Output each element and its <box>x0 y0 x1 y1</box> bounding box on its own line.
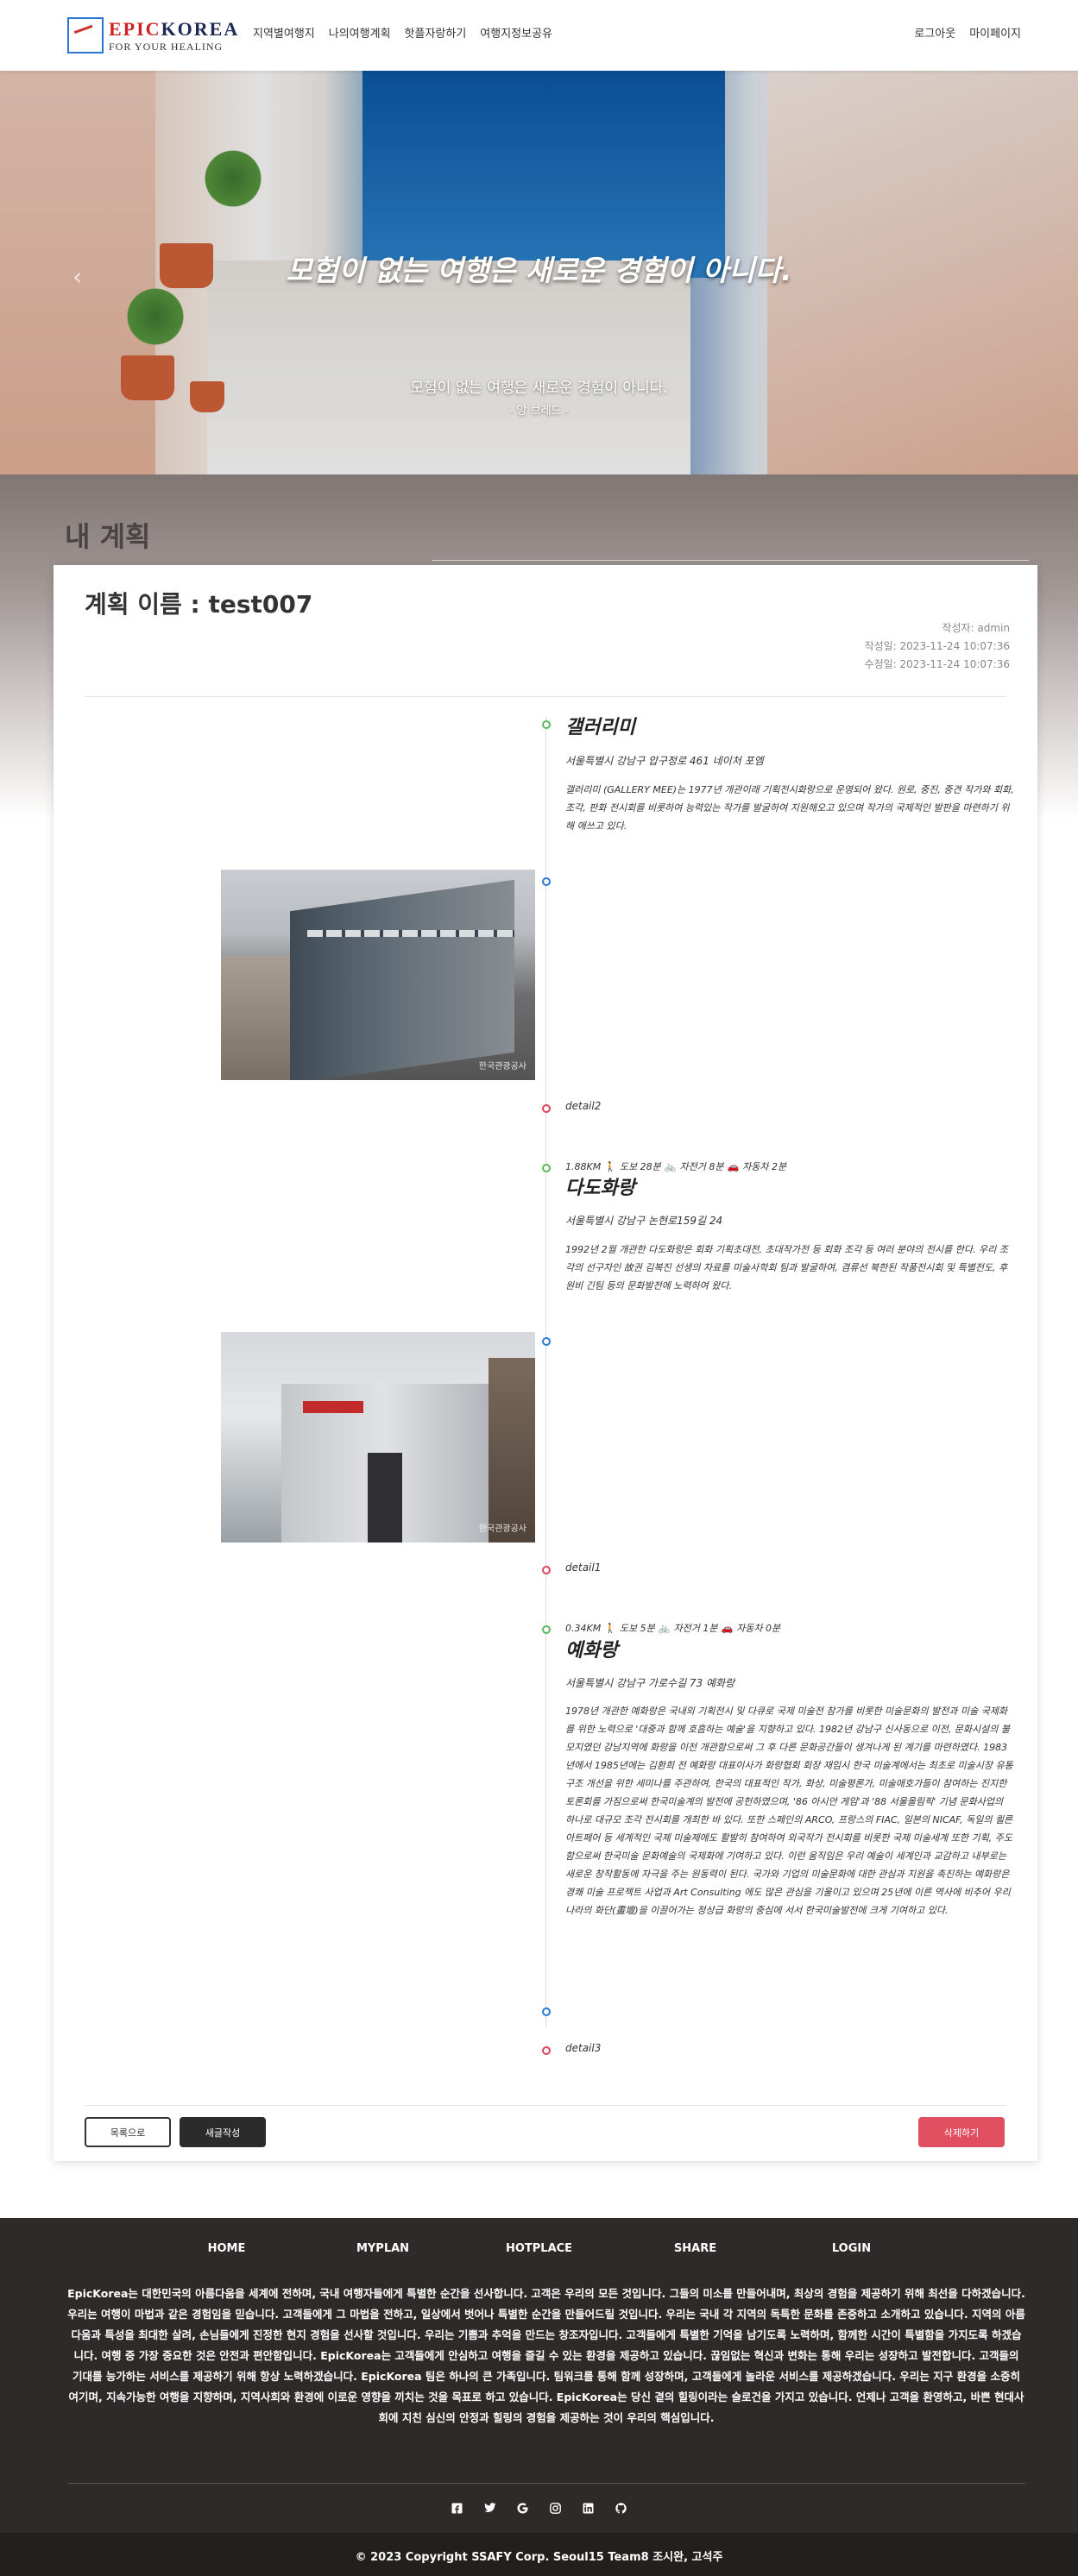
car-time: 자동차 2분 <box>742 1161 787 1172</box>
divider <box>85 696 1006 697</box>
timeline-detail-dot <box>542 1104 551 1113</box>
distance-value: 1.88KM <box>565 1160 602 1172</box>
walk-icon: 🚶 <box>604 1160 616 1172</box>
divider <box>85 2105 1006 2106</box>
linkedin-icon[interactable] <box>582 2501 596 2515</box>
travel-distance-info: 0.34KM 🚶 도보 5분 🚲 자전거 1분 🚗 자동차 0분 <box>565 1621 780 1635</box>
timeline-photo-dot <box>542 877 551 886</box>
place-address: 서울특별시 강남구 압구정로 461 네이처 포엠 <box>565 755 764 767</box>
travel-distance-info: 1.88KM 🚶 도보 28분 🚲 자전거 8분 🚗 자동차 2분 <box>565 1159 786 1173</box>
divider <box>67 2483 1025 2484</box>
github-icon[interactable] <box>615 2501 628 2515</box>
section-heading: 내 계획 <box>65 520 151 553</box>
car-icon: 🚗 <box>727 1160 740 1172</box>
place-description: 1992년 2월 개관한 다도화랑은 회화 기획초대전, 초대작가전 등 회화 … <box>565 1244 1008 1291</box>
twitter-icon[interactable] <box>483 2501 497 2515</box>
timeline-start-dot <box>542 720 551 729</box>
detail-link[interactable]: detail3 <box>565 2042 601 2054</box>
place-address: 서울특별시 강남구 가로수길 73 예화랑 <box>565 1677 735 1689</box>
plan-updated-date: 수정일: 2023-11-24 10:07:36 <box>864 658 1010 670</box>
back-to-list-button[interactable]: 목록으로 <box>85 2117 171 2147</box>
plan-card: 계획 이름 : test007 작성자: admin 작성일: 2023-11-… <box>54 565 1037 2161</box>
walk-time: 도보 5분 <box>619 1623 655 1634</box>
photo-watermark: 한국관광공사 <box>478 1062 526 1071</box>
place-name: 다도화랑 <box>565 1178 635 1199</box>
hero-title: 모험이 없는 여행은 새로운 경험이 아니다. <box>286 254 792 287</box>
airplane-logo-icon <box>67 17 104 53</box>
new-post-button[interactable]: 새글작성 <box>180 2117 266 2147</box>
car-time: 자동차 0분 <box>736 1623 781 1634</box>
plan-meta: 작성자: admin 작성일: 2023-11-24 10:07:36 수정일:… <box>865 619 1010 674</box>
top-navbar: EPICKOREA FOR YOUR HEALING 지역별여행지 나의여행계획… <box>0 0 1078 71</box>
place-name: 예화랑 <box>565 1640 618 1662</box>
footer-about-text: EpicKorea는 대한민국의 아름다움을 세계에 전하며, 국내 여행자들에… <box>67 2287 1025 2424</box>
place-name: 갤러리미 <box>565 717 635 738</box>
timeline-start-dot <box>542 1625 551 1634</box>
timeline-photo-dot <box>542 1337 551 1346</box>
divider <box>432 560 1029 561</box>
copyright-text: © 2023 Copyright SSAFY Corp. Seoul15 Tea… <box>355 2551 723 2564</box>
place-address: 서울특별시 강남구 논현로159길 24 <box>565 1215 723 1227</box>
logo-subtitle: FOR YOUR HEALING <box>109 40 224 53</box>
logo-epic-text: EPIC <box>109 17 161 40</box>
timeline-start-dot <box>542 1164 551 1172</box>
bike-icon: 🚲 <box>658 1622 671 1634</box>
user-nav: 로그아웃 마이페이지 <box>914 24 1021 41</box>
bike-icon: 🚲 <box>664 1160 677 1172</box>
walk-icon: 🚶 <box>604 1622 616 1634</box>
instagram-icon[interactable] <box>549 2501 563 2515</box>
epic-korea-logo[interactable]: EPICKOREA FOR YOUR HEALING <box>67 16 239 55</box>
timeline-detail-dot <box>542 2046 551 2055</box>
facebook-icon[interactable] <box>451 2501 464 2515</box>
footer: HOME MYPLAN HOTPLACE SHARE LOGIN EpicKor… <box>0 2218 1078 2576</box>
google-icon[interactable] <box>516 2501 530 2515</box>
distance-value: 0.34KM <box>565 1622 602 1634</box>
walk-time: 도보 28분 <box>619 1161 661 1172</box>
place-description: 1978년 개관한 예화랑은 국내외 기획전시 및 다큐로 국제 미술전 참가를… <box>565 1706 1013 1916</box>
photo-watermark: 한국관광공사 <box>478 1524 526 1534</box>
detail-link[interactable]: detail2 <box>565 1100 601 1112</box>
timeline-photo-dot <box>542 2007 551 2016</box>
plan-author: 작성자: admin <box>942 622 1010 634</box>
plan-title: 계획 이름 : test007 <box>85 590 313 619</box>
bike-time: 자전거 1분 <box>673 1623 718 1634</box>
timeline-detail-dot <box>542 1566 551 1574</box>
nav-link-share[interactable]: 여행지정보공유 <box>480 24 552 41</box>
footer-link-hotplace[interactable]: HOTPLACE <box>461 2242 617 2255</box>
main-nav: 지역별여행지 나의여행계획 핫플자랑하기 여행지정보공유 <box>253 24 552 41</box>
place-photo-gallery-mee: 한국관광공사 <box>221 870 535 1080</box>
logout-link[interactable]: 로그아웃 <box>914 24 955 41</box>
logo-korea-text: KOREA <box>161 17 240 40</box>
hero-quote-author: - 앙 브레드 - <box>508 405 570 418</box>
nav-link-regional[interactable]: 지역별여행지 <box>253 24 315 41</box>
footer-link-login[interactable]: LOGIN <box>773 2242 930 2255</box>
footer-link-home[interactable]: HOME <box>148 2242 305 2255</box>
timeline-line <box>545 716 546 2027</box>
social-icons <box>0 2501 1078 2515</box>
delete-button[interactable]: 삭제하기 <box>918 2117 1005 2147</box>
hero-quote: 모험이 없는 여행은 새로운 경험이 아니다. <box>410 380 668 397</box>
nav-link-hotplace[interactable]: 핫플자랑하기 <box>405 24 467 41</box>
hero-banner: ‹ 모험이 없는 여행은 새로운 경험이 아니다. 모험이 없는 여행은 새로운… <box>0 71 1078 474</box>
bike-time: 자전거 8분 <box>679 1161 724 1172</box>
detail-link[interactable]: detail1 <box>565 1561 601 1574</box>
place-description: 갤러리미 (GALLERY MEE)는 1977년 개관이래 기획전시화랑으로 … <box>565 784 1014 832</box>
nav-link-my-plan[interactable]: 나의여행계획 <box>329 24 391 41</box>
car-icon: 🚗 <box>721 1622 734 1634</box>
plan-created-date: 작성일: 2023-11-24 10:07:36 <box>864 640 1010 652</box>
place-photo-dado-gallery: 한국관광공사 <box>221 1332 535 1542</box>
footer-nav: HOME MYPLAN HOTPLACE SHARE LOGIN <box>0 2242 1078 2255</box>
mypage-link[interactable]: 마이페이지 <box>969 24 1021 41</box>
footer-link-share[interactable]: SHARE <box>617 2242 773 2255</box>
footer-link-myplan[interactable]: MYPLAN <box>305 2242 461 2255</box>
